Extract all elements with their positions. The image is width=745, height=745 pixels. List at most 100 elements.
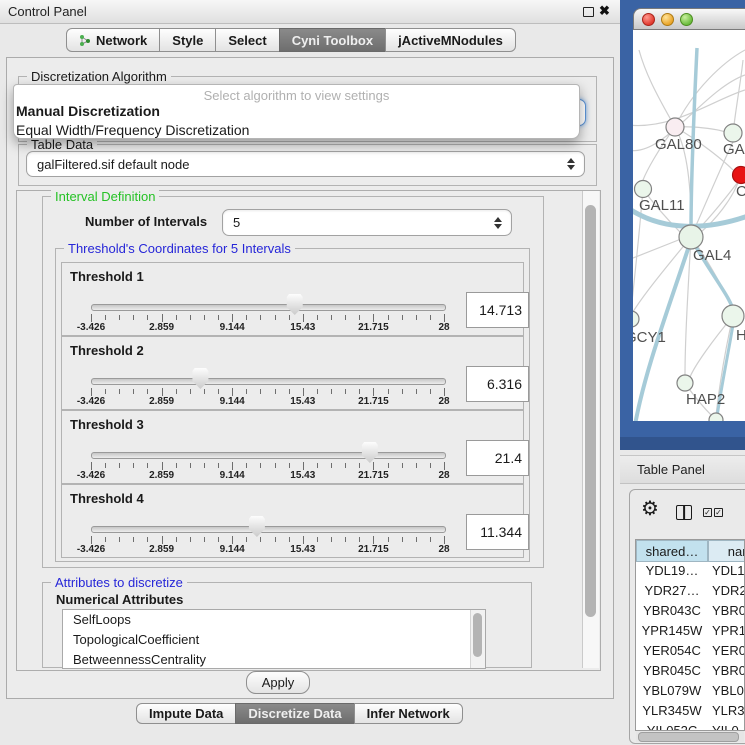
columns-icon[interactable] [676, 505, 692, 520]
slider-tick [232, 314, 233, 322]
threshold-label: Threshold 2 [70, 343, 144, 358]
scrollbar-thumb[interactable] [638, 732, 739, 742]
node-gcy1[interactable] [633, 311, 639, 327]
slider-tick [289, 537, 290, 542]
slider-tick [204, 389, 205, 394]
threshold-value-field[interactable]: 6.316 [466, 366, 529, 402]
scrollbar-thumb[interactable] [585, 205, 596, 617]
node-gal11[interactable] [635, 181, 652, 198]
tab-cyni-toolbox[interactable]: Cyni Toolbox [279, 28, 386, 52]
slider-handle[interactable] [192, 368, 209, 389]
column-header-name[interactable]: name [708, 540, 745, 562]
slider-tick [373, 314, 374, 322]
num-intervals-spinner[interactable]: 5 [222, 209, 512, 236]
node-unlabeled[interactable] [709, 413, 723, 421]
node-c[interactable] [733, 167, 745, 184]
checkbox-icon[interactable]: ✓ [714, 508, 723, 517]
zoom-button[interactable] [680, 13, 693, 26]
table-row[interactable]: YLR345WYLR3 [636, 703, 745, 723]
slider-tick-label: 15.43 [290, 322, 315, 333]
attribute-item-topologicalcoefficient[interactable]: TopologicalCoefficient [63, 630, 485, 650]
node-gal[interactable] [724, 124, 742, 142]
minimize-button[interactable] [661, 13, 674, 26]
slider-tick [416, 463, 417, 468]
close-icon[interactable]: ✖ [599, 3, 610, 19]
table-row[interactable]: YER054CYER0 [636, 643, 745, 663]
network-canvas[interactable]: GAL80GALCGAL11GAL4GCY1HHAP2 [633, 30, 745, 421]
tab-network[interactable]: Network [66, 28, 160, 52]
float-window-icon[interactable] [583, 7, 594, 17]
dropdown-option-equal-width-frequency-discretization[interactable]: Equal Width/Frequency Discretization [16, 121, 577, 140]
slider-track[interactable] [91, 526, 446, 533]
control-panel-titlebar: Control Panel ✖ [0, 0, 620, 24]
slider-tick [402, 389, 403, 394]
checkbox-icon[interactable]: ✓ [703, 508, 712, 517]
gear-icon[interactable]: ⚙ [641, 499, 659, 519]
table-row[interactable]: YBR043CYBR0 [636, 603, 745, 623]
table-row[interactable]: YDR27…YDR2 [636, 583, 745, 603]
slider-tick [275, 389, 276, 394]
slider-tick [91, 388, 92, 396]
table-row[interactable]: YBL079WYBL0 [636, 683, 745, 703]
attributes-scrollbar[interactable] [470, 610, 485, 668]
slider-tick [388, 537, 389, 542]
tab-jactivemnodules[interactable]: jActiveMNodules [385, 28, 516, 52]
slider-tick [147, 537, 148, 542]
slider-tick [345, 389, 346, 394]
node-gal80[interactable] [666, 118, 684, 136]
slider-tick-label: 9.144 [220, 544, 245, 555]
slider-handle[interactable] [286, 294, 303, 315]
slider-track[interactable] [91, 452, 446, 459]
table-data-combobox[interactable]: galFiltered.sif default node [26, 151, 585, 177]
node-hap2[interactable] [677, 375, 693, 391]
tab-infer-network[interactable]: Infer Network [354, 703, 463, 724]
close-button[interactable] [642, 13, 655, 26]
dropdown-option-manual-discretization[interactable]: Manual Discretization [16, 102, 577, 121]
node-h[interactable] [722, 305, 744, 327]
tab-style[interactable]: Style [159, 28, 216, 52]
tab-label: jActiveMNodules [398, 33, 503, 48]
slider-handle[interactable] [248, 516, 265, 537]
slider-tick [105, 315, 106, 320]
slider-tick [388, 315, 389, 320]
scrollbar-thumb[interactable] [473, 613, 482, 657]
threshold-value-field[interactable]: 21.4 [466, 440, 529, 476]
cell-shared-name: YBR045C [636, 663, 708, 678]
slider-tick [91, 314, 92, 322]
network-view-window[interactable]: GAL80GALCGAL11GAL4GCY1HHAP2 [620, 0, 745, 450]
column-header-shared-name[interactable]: shared… [636, 540, 708, 562]
numerical-attributes-list[interactable]: SelfLoopsTopologicalCoefficientBetweenne… [62, 609, 486, 669]
table-row[interactable]: YDL19…YDL1 [636, 563, 745, 583]
table-row[interactable]: YPR145WYPR1 [636, 623, 745, 643]
threshold-value-field[interactable]: 11.344 [466, 514, 529, 550]
tab-discretize-data[interactable]: Discretize Data [235, 703, 354, 724]
bottom-tab-bar: Impute DataDiscretize DataInfer Network [136, 703, 463, 727]
slider-tick [260, 463, 261, 468]
table-row[interactable]: YBR045CYBR0 [636, 663, 745, 683]
attribute-item-betweennesscentrality[interactable]: BetweennessCentrality [63, 650, 485, 669]
node-gal4[interactable] [679, 225, 703, 249]
tab-impute-data[interactable]: Impute Data [136, 703, 236, 724]
vertical-scrollbar[interactable] [582, 191, 599, 668]
cell-name: YPR1 [712, 623, 745, 638]
numerical-attributes-label: Numerical Attributes [56, 592, 183, 607]
slider-tick [430, 315, 431, 320]
slider-tick [218, 389, 219, 394]
app-root: Control Panel ✖ NetworkStyle Select Cyni T… [0, 0, 745, 745]
tab-label: Select [228, 33, 266, 48]
tab-select[interactable]: Select [215, 28, 279, 52]
network-window-titlebar[interactable] [633, 8, 745, 30]
slider-tick [345, 463, 346, 468]
attribute-item-selfloops[interactable]: SelfLoops [63, 610, 485, 630]
slider-track[interactable] [91, 378, 446, 385]
table-row[interactable]: YIL052CYIL0 [636, 723, 745, 731]
slider-tick [444, 388, 445, 396]
slider-handle[interactable] [361, 442, 378, 463]
apply-button[interactable]: Apply [246, 671, 310, 694]
threshold-value-field[interactable]: 14.713 [466, 292, 529, 328]
node-label-gal80: GAL80 [655, 136, 702, 153]
slider-track[interactable] [91, 304, 446, 311]
cell-shared-name: YIL052C [636, 723, 708, 731]
horizontal-scrollbar[interactable] [636, 731, 744, 742]
slider-tick [105, 389, 106, 394]
